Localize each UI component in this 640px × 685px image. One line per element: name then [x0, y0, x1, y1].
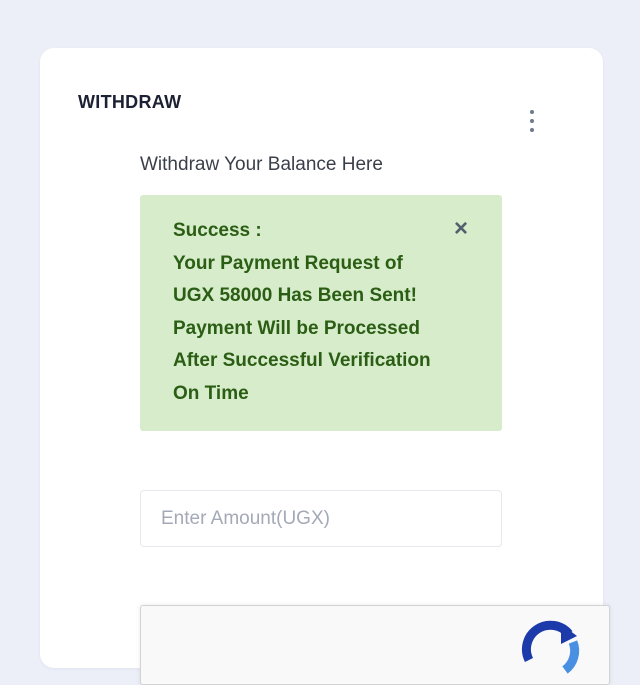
menu-dot	[530, 128, 534, 132]
menu-dot	[530, 119, 534, 123]
alert-line: Payment Will be Processed	[173, 317, 420, 339]
card-subtitle: Withdraw Your Balance Here	[140, 154, 383, 175]
alert-line: UGX 58000 Has Been Sent!	[173, 285, 417, 306]
vertical-ellipsis-icon[interactable]	[526, 110, 538, 132]
alert-message: Success : Your Payment Request of UGX 58…	[173, 215, 458, 410]
success-alert: Success : Your Payment Request of UGX 58…	[140, 195, 502, 431]
recaptcha-widget[interactable]	[140, 605, 610, 685]
amount-input[interactable]	[140, 490, 502, 547]
alert-line: Success :	[173, 220, 262, 241]
card-title: WITHDRAW	[78, 92, 182, 112]
withdraw-card: WITHDRAW Withdraw Your Balance Here Succ…	[40, 48, 610, 685]
alert-line: After Successful Verification	[173, 350, 431, 371]
close-icon[interactable]: ×	[451, 217, 471, 241]
recaptcha-icon	[521, 620, 580, 674]
alert-line: On Time	[173, 382, 249, 404]
menu-dot	[530, 110, 534, 114]
alert-line: Your Payment Request of	[173, 252, 403, 274]
